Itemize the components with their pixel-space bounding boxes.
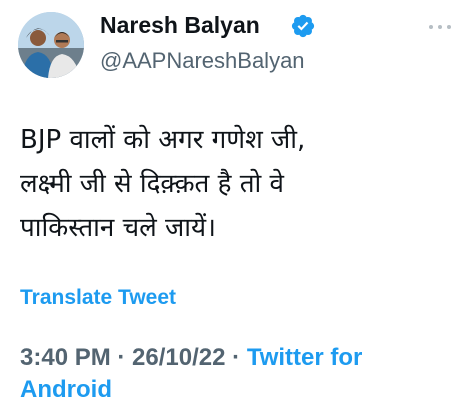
tweet-meta: 3:40 PM · 26/10/22 · Twitter for Android	[20, 342, 460, 400]
tweet-text-line: BJP वालों को अगर गणेश जी,	[20, 125, 306, 155]
tweet-text: BJP वालों को अगर गणेश जी, लक्ष्मी जी से …	[20, 118, 450, 250]
author-handle[interactable]: @AAPNareshBalyan	[100, 48, 305, 74]
meta-separator: ·	[117, 344, 126, 371]
verified-badge-icon	[291, 14, 315, 38]
tweet-text-line: पाकिस्तान चले जायें।	[20, 213, 216, 243]
meta-separator: ·	[232, 344, 241, 371]
author-name[interactable]: Naresh Balyan	[100, 12, 260, 39]
translate-tweet-link[interactable]: Translate Tweet	[20, 286, 176, 310]
tweet-card: Naresh Balyan @AAPNareshBalyan BJP वालों…	[0, 0, 468, 400]
tweet-date[interactable]: 26/10/22	[132, 344, 225, 371]
tweet-text-line: लक्ष्मी जी से दिक़्क़त है तो वे	[20, 169, 284, 199]
tweet-time[interactable]: 3:40 PM	[20, 344, 111, 371]
more-options-icon[interactable]	[427, 22, 453, 32]
avatar[interactable]	[18, 12, 84, 78]
